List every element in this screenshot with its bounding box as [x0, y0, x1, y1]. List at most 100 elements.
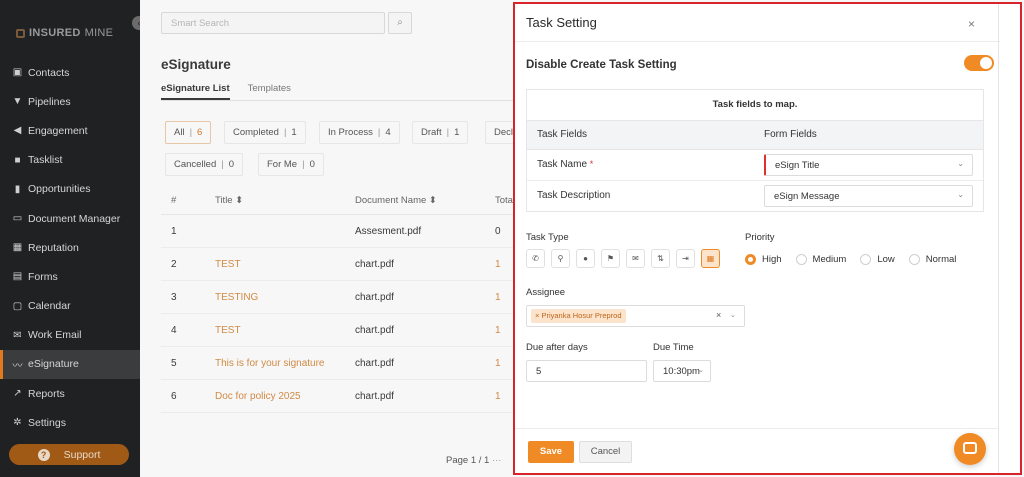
sidebar: INSURED MINE ‹ ▣ Contacts ▼ Pipelines ◀ Engage…: [0, 0, 146, 477]
priority-label: Medium: [812, 254, 847, 265]
sidebar-item-engagement[interactable]: ◀ Engagement: [0, 116, 140, 145]
clock-icon[interactable]: ●: [576, 249, 595, 268]
page-title: eSignature: [161, 57, 231, 72]
cell-doc[interactable]: chart.pdf: [355, 292, 394, 303]
sidebar-item-work-email[interactable]: ✉ Work Email: [0, 321, 140, 350]
priority-medium-radio[interactable]: Medium: [795, 254, 847, 265]
clear-icon[interactable]: ×: [716, 310, 721, 320]
chevron-down-icon: ⌄: [730, 312, 736, 319]
cell-doc[interactable]: Assesment.pdf: [355, 226, 421, 237]
sidebar-item-settings[interactable]: ✲ Settings: [0, 408, 140, 437]
filter-cancelled[interactable]: Cancelled | 0: [165, 153, 244, 176]
cell-title[interactable]: This is for your signature: [215, 358, 325, 369]
assignee-select[interactable]: × Priyanka Hosur Preprod × ⌄: [526, 305, 745, 327]
sidebar-item-document-manager[interactable]: ▭ Document Manager: [0, 204, 140, 233]
cell-doc[interactable]: chart.pdf: [355, 325, 394, 336]
filter-separator: |: [377, 127, 381, 138]
exit-icon[interactable]: ⇥: [676, 249, 695, 268]
sidebar-item-forms[interactable]: ▤ Forms: [0, 262, 140, 291]
col-total: Tota: [495, 195, 513, 206]
reputation-icon: ▦: [12, 242, 23, 254]
search-input[interactable]: Smart Search: [161, 12, 385, 34]
due-time-select[interactable]: 10:30pm ⌄: [653, 360, 711, 382]
col-document-name[interactable]: Document Name ⬍: [355, 195, 437, 206]
sidebar-item-esignature[interactable]: 〰 eSignature: [0, 349, 140, 380]
form-field-select-title[interactable]: eSign Title ⌄: [764, 154, 973, 176]
filter-completed[interactable]: Completed | 1: [224, 121, 306, 144]
task-type-options: ✆ ⚲ ● ⚑ ✉ ⇅ ⇥ ▦: [526, 249, 720, 268]
cancel-button[interactable]: Cancel: [579, 441, 632, 463]
tasklist-icon: ■: [14, 154, 21, 166]
page-indicator: Page 1 / 1: [446, 455, 490, 466]
chat-button[interactable]: [954, 433, 986, 465]
sidebar-item-opportunities[interactable]: ▮ Opportunities: [0, 175, 140, 204]
filter-for-me[interactable]: For Me | 0: [258, 153, 324, 176]
table-row[interactable]: 2 TEST chart.pdf 1: [161, 248, 524, 281]
sidebar-item-reputation[interactable]: ▦ Reputation: [0, 233, 140, 262]
cell-title[interactable]: Doc for policy 2025: [215, 391, 301, 402]
mapping-title: Task fields to map.: [712, 99, 798, 110]
sidebar-nav: ▣ Contacts ▼ Pipelines ◀ Engagement ■ Tasklist ▮…: [0, 58, 140, 437]
support-button[interactable]: ? Support: [9, 444, 129, 465]
cell-total: 1: [495, 391, 501, 402]
sidebar-item-contacts[interactable]: ▣ Contacts: [0, 58, 140, 87]
cell-num: 1: [171, 226, 177, 237]
table-row[interactable]: 5 This is for your signature chart.pdf 1: [161, 347, 524, 380]
tab-esignature-list[interactable]: eSignature List: [161, 83, 230, 100]
filter-label: Draft: [421, 127, 442, 138]
save-button[interactable]: Save: [528, 441, 574, 463]
meeting-icon[interactable]: ⚲: [551, 249, 570, 268]
priority-low-radio[interactable]: Low: [860, 254, 895, 265]
filter-label: Decli: [494, 127, 516, 138]
selected-form-field: eSign Message: [774, 191, 840, 202]
filter-count: 0: [228, 159, 235, 170]
phone-icon[interactable]: ✆: [526, 249, 545, 268]
cell-title[interactable]: TEST: [215, 259, 241, 270]
task-icon[interactable]: ▦: [701, 249, 720, 268]
priority-normal-radio[interactable]: Normal: [908, 254, 956, 265]
mapping-header: Task Fields Form Fields: [527, 120, 983, 150]
table-row[interactable]: 1 Assesment.pdf 0: [161, 215, 524, 248]
cell-total: 1: [495, 292, 501, 303]
priority-high-radio[interactable]: High: [745, 254, 782, 265]
table-row[interactable]: 6 Doc for policy 2025 chart.pdf 1: [161, 380, 524, 413]
pagination: Page 1 / 1 ···: [446, 455, 501, 466]
sidebar-item-calendar[interactable]: ▢ Calendar: [0, 292, 140, 321]
assignee-tag[interactable]: × Priyanka Hosur Preprod: [531, 309, 626, 323]
cell-doc[interactable]: chart.pdf: [355, 259, 394, 270]
flag-icon[interactable]: ⚑: [601, 249, 620, 268]
chevron-down-icon: ⌄: [698, 367, 704, 374]
due-time-label: Due Time: [653, 342, 694, 353]
disable-task-toggle[interactable]: [964, 55, 994, 71]
cell-title[interactable]: TESTING: [215, 292, 258, 303]
logo: INSURED MINE: [16, 27, 113, 39]
sidebar-item-tasklist[interactable]: ■ Tasklist: [0, 146, 140, 175]
table-row[interactable]: 3 TESTING chart.pdf 1: [161, 281, 524, 314]
radio-dot: [745, 254, 756, 265]
form-field-select-message[interactable]: eSign Message ⌄: [764, 185, 973, 207]
sidebar-item-reports[interactable]: ↗ Reports: [0, 379, 140, 408]
table-row[interactable]: 4 TEST chart.pdf 1: [161, 314, 524, 347]
cell-doc[interactable]: chart.pdf: [355, 358, 394, 369]
filter-all[interactable]: All | 6: [165, 121, 212, 144]
filter-draft[interactable]: Draft | 1: [412, 121, 469, 144]
filter-count: 4: [385, 127, 391, 138]
cell-doc[interactable]: chart.pdf: [355, 391, 394, 402]
col-title[interactable]: Title ⬍: [215, 195, 243, 206]
search-icon[interactable]: ⌕: [388, 12, 412, 34]
col-number: #: [171, 195, 177, 206]
sidebar-item-pipelines[interactable]: ▼ Pipelines: [0, 87, 140, 116]
tab-templates[interactable]: Templates: [248, 83, 291, 100]
filter-count: 0: [309, 159, 315, 170]
due-days-input[interactable]: 5: [526, 360, 647, 382]
scrollbar-track[interactable]: [998, 4, 999, 473]
sort-icon[interactable]: ⇅: [651, 249, 670, 268]
more-icon[interactable]: ···: [492, 455, 502, 466]
filter-in-process[interactable]: In Process | 4: [319, 121, 400, 144]
close-icon[interactable]: ×: [968, 17, 975, 31]
cell-num: 6: [171, 391, 177, 402]
cell-title[interactable]: TEST: [215, 325, 241, 336]
logo-icon: [16, 28, 25, 38]
task-type-label: Task Type: [526, 232, 569, 243]
email-icon[interactable]: ✉: [626, 249, 645, 268]
